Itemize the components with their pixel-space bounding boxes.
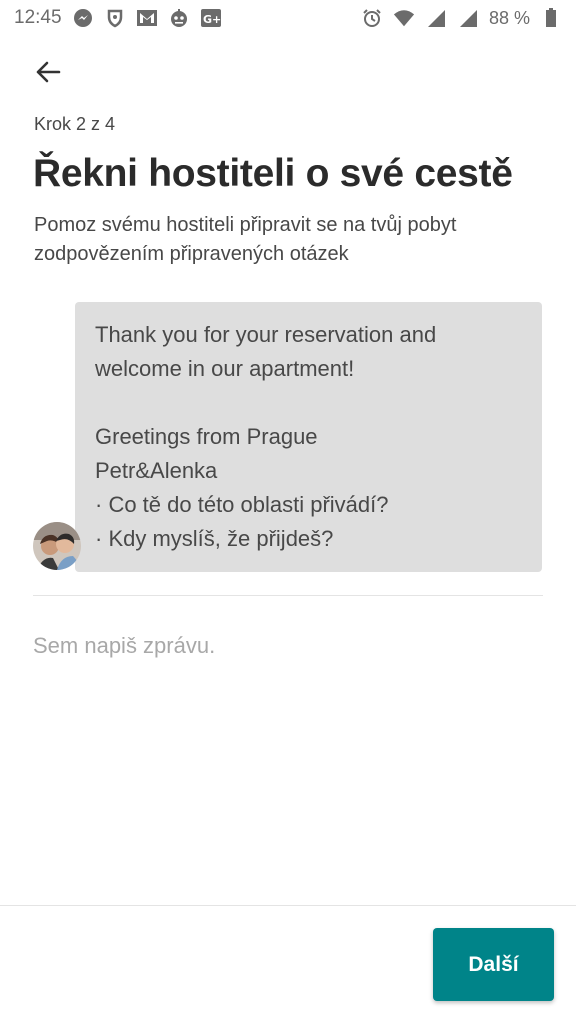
divider xyxy=(33,595,543,596)
gmail-icon xyxy=(136,7,158,29)
message-line: Greetings from Prague xyxy=(95,424,318,449)
back-button[interactable] xyxy=(26,52,70,96)
battery-icon xyxy=(540,7,562,29)
page-title: Řekni hostiteli o své cestě xyxy=(33,152,513,195)
signal-icon xyxy=(425,7,447,29)
question-line: · Co tě do této oblasti přivádí? xyxy=(95,492,389,517)
subtitle-line-2: zodpovězením připravených otázek xyxy=(34,243,349,265)
status-left: 12:45 G+ xyxy=(14,7,222,29)
host-avatar xyxy=(33,522,81,570)
google-plus-icon: G+ xyxy=(200,7,222,29)
next-button[interactable]: Další xyxy=(433,928,554,1001)
subtitle-line-1: Pomoz svému hostiteli připravit se na tv… xyxy=(34,214,457,236)
message-input[interactable] xyxy=(33,624,543,668)
footer-divider xyxy=(0,905,576,906)
status-bar: 12:45 G+ 88 % xyxy=(0,0,576,36)
wifi-icon xyxy=(393,7,415,29)
message-line: Thank you for your reservation and xyxy=(95,322,437,347)
signal-icon-2 xyxy=(457,7,479,29)
svg-text:G+: G+ xyxy=(203,13,221,26)
screen: 12:45 G+ 88 % Krok 2 z 4 Řekni hostiteli… xyxy=(0,0,576,1024)
robot-icon xyxy=(168,7,190,29)
status-right: 88 % xyxy=(361,7,562,29)
alarm-icon xyxy=(361,7,383,29)
battery-level: 88 % xyxy=(488,7,530,28)
shield-icon xyxy=(104,7,126,29)
step-indicator: Krok 2 z 4 xyxy=(34,114,116,134)
messenger-icon xyxy=(72,7,94,29)
question-line: · Kdy myslíš, že přijdeš? xyxy=(95,526,334,551)
message-line: welcome in our apartment! xyxy=(95,356,355,381)
host-message-bubble: Thank you for your reservation and welco… xyxy=(75,302,542,572)
page-subtitle: Pomoz svému hostiteli připravit se na tv… xyxy=(34,211,544,269)
arrow-left-icon xyxy=(35,60,61,89)
status-time: 12:45 xyxy=(14,7,62,28)
message-line: Petr&Alenka xyxy=(95,458,218,483)
